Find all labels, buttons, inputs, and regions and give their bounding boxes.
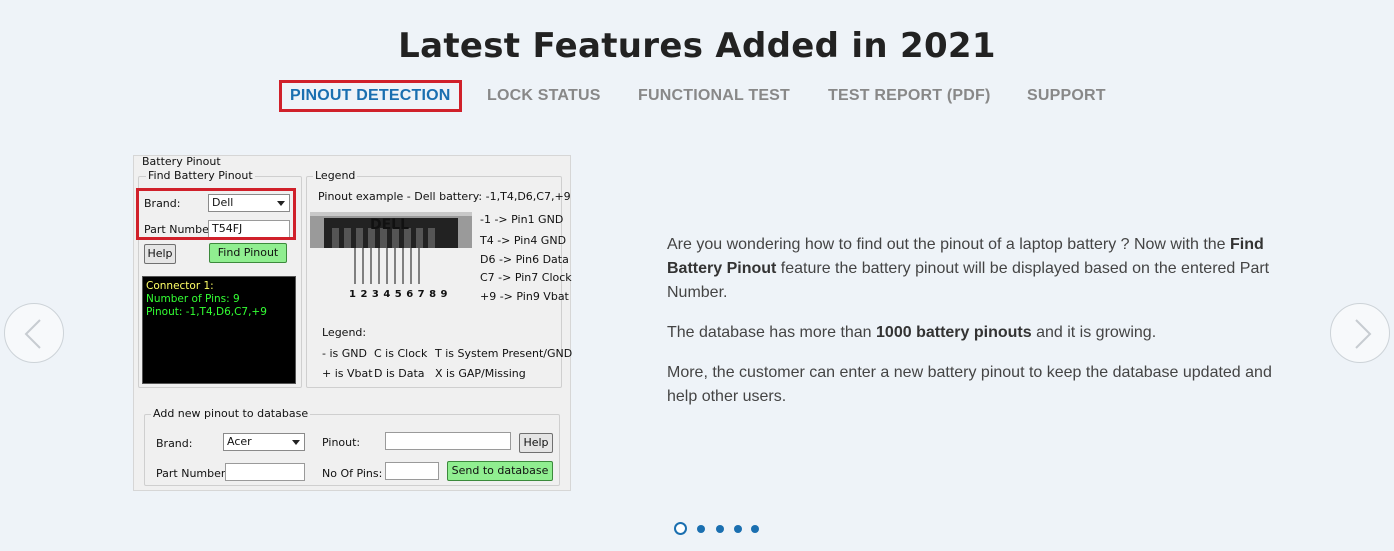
legend-vbat: + is Vbat (322, 367, 373, 380)
find-pinout-button[interactable]: Find Pinout (209, 243, 287, 263)
result-console: Connector 1: Number of Pins: 9 Pinout: -… (142, 276, 296, 384)
carousel-prev-button[interactable] (4, 303, 64, 363)
feature-tabs: PINOUT DETECTION LOCK STATUS FUNCTIONAL … (0, 80, 1394, 112)
console-line-pins: Number of Pins: 9 (146, 293, 240, 305)
add-part-label: Part Number: (156, 467, 229, 480)
section-title: Latest Features Added in 2021 (398, 26, 996, 66)
send-to-database-button[interactable]: Send to database (447, 461, 553, 481)
console-line-connector: Connector 1: (146, 280, 214, 292)
add-group-label: Add new pinout to database (151, 407, 311, 420)
tab-test-report[interactable]: TEST REPORT (PDF) (828, 80, 991, 112)
feature-description: Are you wondering how to find out the pi… (667, 233, 1287, 425)
legend-clock: C is Clock (374, 347, 428, 360)
add-brand-select[interactable]: Acer (223, 433, 305, 451)
description-paragraph-2: The database has more than 1000 battery … (667, 321, 1287, 345)
tab-lock-status[interactable]: LOCK STATUS (487, 80, 601, 112)
pin-map-5: +9 -> Pin9 Vbat (480, 290, 569, 303)
add-help-button[interactable]: Help (519, 433, 553, 453)
chevron-down-icon (292, 440, 300, 445)
add-pins-label: No Of Pins: (322, 467, 383, 480)
add-pinout-label: Pinout: (322, 436, 361, 449)
tab-functional-test[interactable]: FUNCTIONAL TEST (638, 80, 790, 112)
legend-data: D is Data (374, 367, 425, 380)
pin-numbers: 1 2 3 4 5 6 7 8 9 (349, 289, 448, 300)
add-brand-label: Brand: (156, 437, 193, 450)
description-text: The database has more than (667, 324, 877, 341)
battery-pinout-window: Battery Pinout Find Battery Pinout Brand… (133, 155, 573, 491)
carousel-dot-3[interactable] (716, 525, 724, 533)
pin-map-1: -1 -> Pin1 GND (480, 213, 564, 226)
description-paragraph-3: More, the customer can enter a new batte… (667, 364, 1272, 405)
add-brand-value: Acer (227, 435, 252, 448)
carousel-dot-2[interactable] (697, 525, 705, 533)
legend-system: T is System Present/GND (435, 347, 573, 360)
legend-gnd: - is GND (322, 347, 367, 360)
tab-support[interactable]: SUPPORT (1027, 80, 1106, 112)
description-paragraph-1: Are you wondering how to find out the pi… (667, 233, 1287, 305)
console-line-pinout: Pinout: -1,T4,D6,C7,+9 (146, 306, 267, 318)
description-text: and it is growing. (1031, 324, 1157, 341)
legend-group-label: Legend (313, 169, 358, 182)
carousel-dot-5[interactable] (751, 525, 759, 533)
chevron-right-icon (1355, 319, 1372, 349)
description-text: Are you wondering how to find out the pi… (667, 236, 1231, 253)
pin-map-4: C7 -> Pin7 Clock (480, 271, 572, 284)
pin-map-3: D6 -> Pin6 Data (480, 253, 569, 266)
carousel-next-button[interactable] (1330, 303, 1390, 363)
legend-gap: X is GAP/Missing (435, 367, 526, 380)
highlight-box (136, 188, 296, 240)
window-group-label: Battery Pinout (142, 155, 221, 168)
chevron-left-icon (24, 319, 41, 349)
add-pinout-input[interactable] (385, 432, 511, 450)
battery-brand-label: DELL (370, 217, 410, 233)
add-pins-input[interactable] (385, 462, 439, 480)
description-bold: 1000 battery pinouts (876, 324, 1032, 341)
add-part-input[interactable] (225, 463, 305, 481)
find-group-label: Find Battery Pinout (146, 169, 255, 182)
carousel-dot-4[interactable] (734, 525, 742, 533)
carousel-pagination (674, 522, 764, 536)
carousel-dot-1[interactable] (674, 522, 687, 535)
pinout-example: Pinout example - Dell battery: -1,T4,D6,… (318, 190, 571, 203)
pin-map-2: T4 -> Pin4 GND (480, 234, 567, 247)
tab-pinout-detection[interactable]: PINOUT DETECTION (279, 80, 462, 112)
help-button[interactable]: Help (144, 244, 176, 264)
legend-title: Legend: (322, 326, 367, 339)
